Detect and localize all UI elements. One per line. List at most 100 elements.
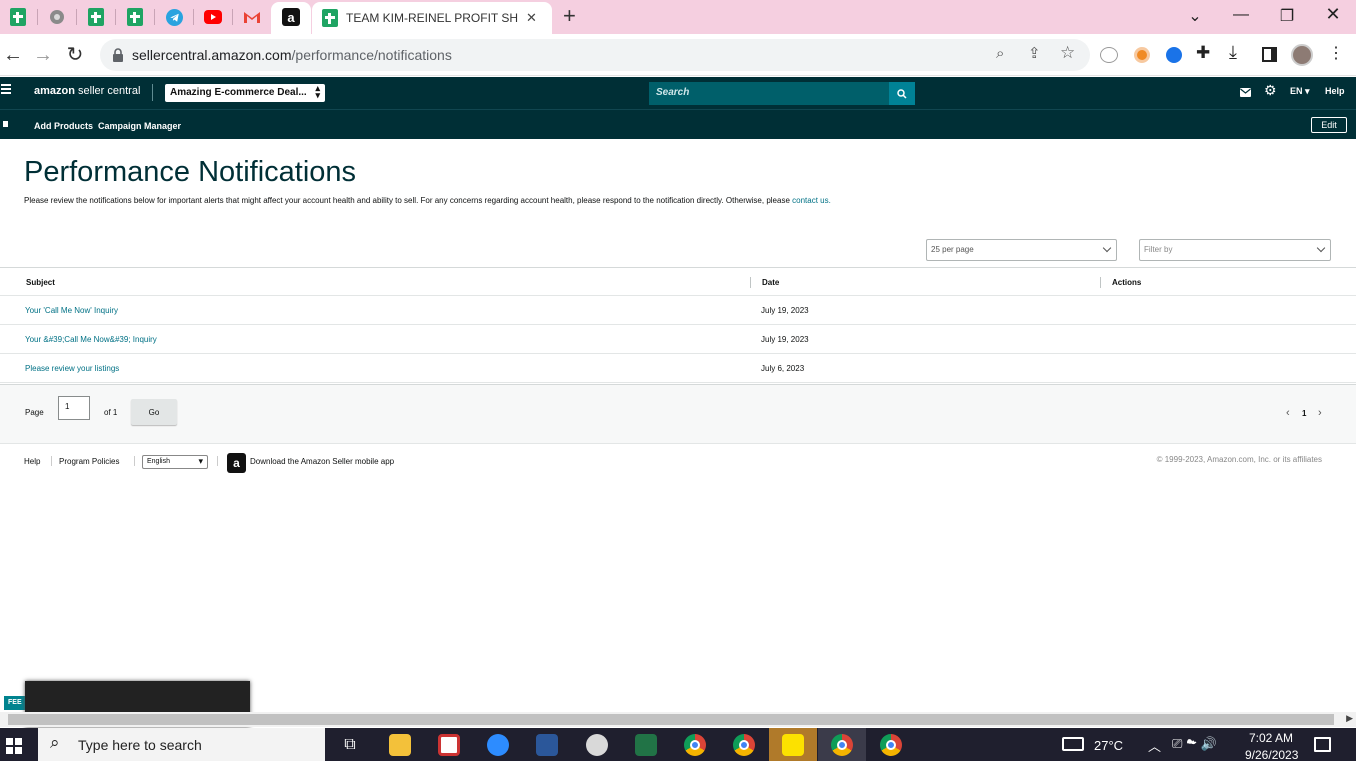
notification-subject-link[interactable]: Your 'Call Me Now' Inquiry: [25, 306, 118, 315]
tab-search-icon[interactable]: ⌄: [1180, 6, 1210, 26]
address-bar[interactable]: sellercentral.amazon.com/performance/not…: [100, 39, 1090, 71]
subnav-item-campaign-manager[interactable]: Campaign Manager: [98, 121, 181, 131]
header-date[interactable]: Date: [762, 278, 779, 287]
reload-icon[interactable]: ↻: [62, 42, 88, 68]
seller-central-header: amazon seller central Amazing E-commerce…: [0, 77, 1356, 109]
scroll-right-icon[interactable]: ▶: [1346, 713, 1353, 724]
header-subject[interactable]: Subject: [26, 278, 55, 287]
per-page-value: 25 per page: [931, 245, 974, 254]
url-path: /performance/notifications: [291, 47, 452, 63]
download-icon[interactable]: ⤓: [1229, 42, 1237, 63]
extension-icon[interactable]: [1134, 47, 1150, 63]
gmail-icon[interactable]: [242, 7, 262, 27]
menu-kebab-icon[interactable]: ⋮: [1328, 43, 1344, 63]
taskbar-search-input[interactable]: ⌕ Type here to search: [38, 728, 325, 761]
amazon-app-icon[interactable]: a: [227, 453, 246, 473]
go-button[interactable]: Go: [131, 399, 177, 425]
chrome-icon[interactable]: [720, 728, 768, 761]
notification-date: July 19, 2023: [761, 335, 809, 344]
youtube-icon[interactable]: [203, 7, 223, 27]
google-sheets-icon[interactable]: [8, 7, 28, 27]
sort-arrows-icon: ▴ ▾: [315, 83, 320, 100]
zoom-icon[interactable]: ⌕: [996, 45, 1004, 62]
table-row: Please review your listings July 6, 2023: [0, 354, 1356, 383]
globe-icon[interactable]: [47, 7, 67, 27]
back-icon[interactable]: ←: [0, 42, 26, 68]
tab-profit-sheet[interactable]: TEAM KIM-REINEL PROFIT SHEET ✕: [312, 2, 552, 34]
page-number-input[interactable]: 1: [58, 396, 90, 420]
subnav-item-add-products[interactable]: Add Products: [34, 121, 93, 131]
notification-subject-link[interactable]: Your &#39;Call Me Now&#39; Inquiry: [25, 335, 157, 344]
word-icon[interactable]: [523, 728, 571, 761]
logo-suffix: seller central: [78, 85, 141, 97]
hamburger-menu-icon[interactable]: [1, 84, 11, 94]
current-page-number[interactable]: 1: [1302, 409, 1306, 418]
seller-central-logo[interactable]: amazon seller central: [34, 85, 140, 97]
new-tab-button[interactable]: +: [563, 3, 576, 29]
browser-tab-strip: a TEAM KIM-REINEL PROFIT SHEET ✕ + ⌄ — ❐…: [0, 0, 1356, 34]
zoom-app-icon[interactable]: [474, 728, 522, 761]
notification-center-icon[interactable]: [1314, 737, 1331, 752]
search-input[interactable]: Search: [649, 82, 889, 105]
minimize-icon[interactable]: —: [1226, 6, 1256, 24]
windows-start-icon[interactable]: [6, 738, 22, 754]
filter-select[interactable]: Filter by: [1139, 239, 1331, 261]
restore-icon[interactable]: ❐: [1272, 6, 1302, 26]
extension-icon[interactable]: [1166, 47, 1182, 63]
telegram-icon[interactable]: [164, 7, 184, 27]
chrome-icon[interactable]: [671, 728, 719, 761]
clock-time[interactable]: 7:02 AM: [1249, 731, 1293, 745]
app-icon[interactable]: [425, 728, 473, 761]
file-explorer-icon[interactable]: [376, 728, 424, 761]
help-link[interactable]: Help: [1325, 86, 1345, 96]
footer-help-link[interactable]: Help: [24, 457, 40, 466]
footer-program-policies-link[interactable]: Program Policies: [59, 457, 119, 466]
clock-date[interactable]: 9/26/2023: [1245, 748, 1298, 762]
go-label: Go: [148, 407, 160, 417]
chrome-icon[interactable]: [867, 728, 915, 761]
footer-language-value: English: [147, 458, 170, 465]
store-selector[interactable]: Amazing E-commerce Deal... ▴ ▾: [165, 84, 325, 102]
sticky-notes-icon[interactable]: [769, 728, 817, 761]
tray-icons[interactable]: ⎚☁🔊: [1172, 736, 1221, 752]
weather-temperature[interactable]: 27°C: [1094, 738, 1123, 753]
bookmark-star-icon[interactable]: ☆: [1060, 43, 1075, 63]
excel-icon[interactable]: [622, 728, 670, 761]
window-close-icon[interactable]: ✕: [1318, 4, 1348, 25]
taskbar-search-placeholder: Type here to search: [78, 737, 202, 753]
puzzle-icon[interactable]: ✚: [1196, 43, 1210, 63]
bookmark-icon[interactable]: [3, 121, 8, 127]
horizontal-scrollbar[interactable]: ▶: [0, 712, 1356, 727]
download-app-link[interactable]: Download the Amazon Seller mobile app: [250, 457, 394, 466]
notification-subject-link[interactable]: Please review your listings: [25, 364, 119, 373]
task-view-icon[interactable]: ⧉: [326, 728, 374, 761]
side-panel-icon[interactable]: [1262, 47, 1277, 62]
weather-icon[interactable]: [1062, 737, 1084, 751]
share-icon[interactable]: ⇪: [1028, 44, 1041, 62]
settings-gear-icon[interactable]: ⚙: [1264, 82, 1277, 99]
chrome-icon[interactable]: [818, 728, 866, 761]
edit-button[interactable]: Edit: [1311, 117, 1347, 133]
google-sheets-icon[interactable]: [86, 7, 106, 27]
language-selector[interactable]: EN ▾: [1290, 86, 1310, 97]
chevron-right-icon[interactable]: ›: [1318, 407, 1322, 419]
forward-icon[interactable]: →: [30, 42, 56, 68]
avatar[interactable]: [1291, 44, 1313, 66]
table-header-row: Subject Date Actions: [0, 267, 1356, 296]
windows-taskbar: ⌕ Type here to search ⧉ 27°C ︿ ⎚☁🔊 7:02 …: [0, 728, 1356, 762]
search-button[interactable]: [889, 82, 915, 105]
chevron-left-icon[interactable]: ‹: [1286, 407, 1290, 419]
extension-icon[interactable]: [1100, 47, 1118, 63]
search-placeholder: Search: [656, 87, 690, 98]
footer-language-select[interactable]: English ▾: [142, 455, 208, 469]
scrollbar-thumb[interactable]: [8, 714, 1334, 725]
chevron-down-icon: [1316, 243, 1326, 253]
close-icon[interactable]: ✕: [526, 10, 537, 26]
tab-amazon[interactable]: a: [271, 2, 311, 34]
app-icon[interactable]: [573, 728, 621, 761]
tray-chevron-up-icon[interactable]: ︿: [1148, 736, 1161, 755]
google-sheets-icon[interactable]: [125, 7, 145, 27]
contact-us-link[interactable]: contact us.: [792, 196, 831, 205]
per-page-select[interactable]: 25 per page: [926, 239, 1117, 261]
mail-icon[interactable]: [1240, 88, 1251, 97]
